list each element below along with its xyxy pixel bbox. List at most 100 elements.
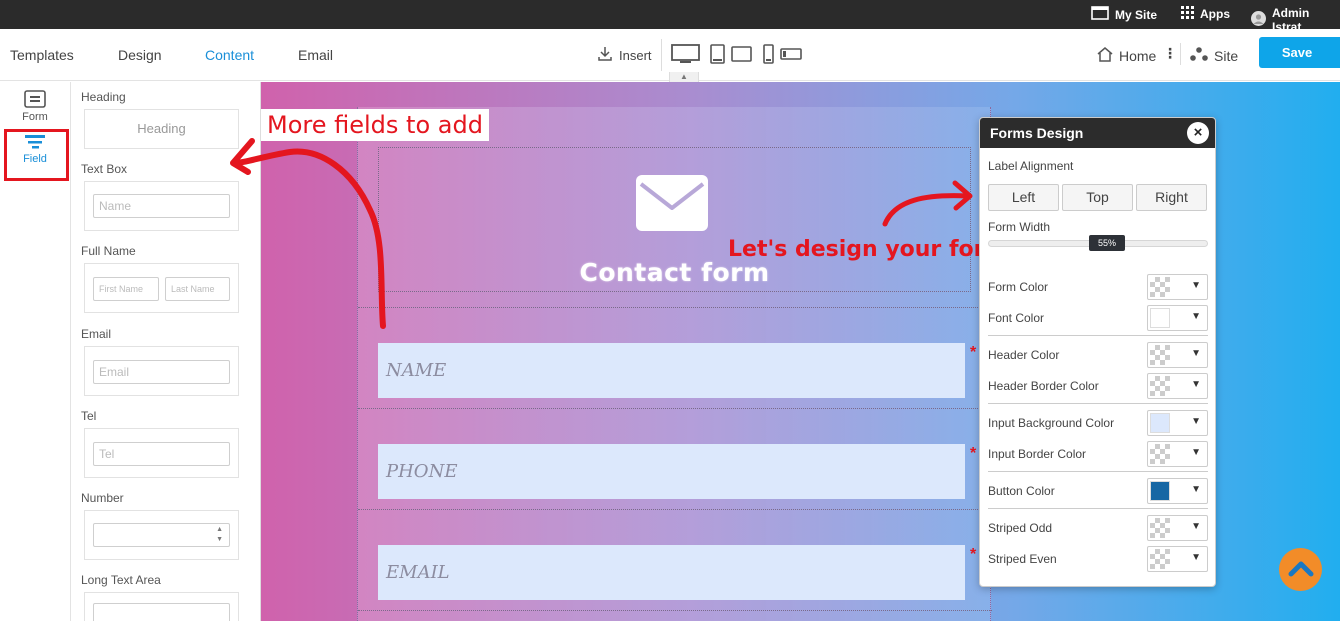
home-link[interactable]: Home [1097, 47, 1156, 65]
divider [988, 508, 1208, 509]
color-swatch [1150, 277, 1170, 297]
scroll-to-top-button[interactable] [1279, 548, 1322, 591]
site-structure-icon [1190, 47, 1208, 64]
number-field-tile[interactable]: ▲ ▼ [84, 510, 239, 560]
caret-down-icon: ▼ [1191, 447, 1201, 458]
apps-grid-icon [1181, 6, 1194, 22]
form-width-handle[interactable]: 55% [1089, 235, 1125, 251]
color-swatch [1150, 518, 1170, 538]
insert-label: Insert [619, 48, 652, 63]
textbox-field-label: Text Box [81, 162, 128, 176]
color-swatch [1150, 444, 1170, 464]
number-field-label: Number [81, 491, 124, 505]
tab-content[interactable]: Content [205, 47, 254, 63]
heading-field-tile[interactable]: Heading [84, 109, 239, 149]
label-alignment-label: Label Alignment [988, 159, 1074, 173]
color-swatch [1150, 308, 1170, 328]
form-icon [0, 90, 70, 111]
email-input[interactable]: EMAIL [378, 545, 965, 600]
field-highlight-box [4, 129, 69, 181]
caret-down-icon: ▼ [1191, 348, 1201, 359]
row-divider [358, 307, 992, 308]
color-option-label: Form Color [988, 280, 1049, 294]
more-options-icon[interactable]: ⋮ [1163, 45, 1177, 62]
longtext-field-label: Long Text Area [81, 573, 161, 587]
caret-down-icon: ▼ [1191, 416, 1201, 427]
caret-down-icon: ▼ [1191, 280, 1201, 291]
align-right-button[interactable]: Right [1136, 184, 1207, 211]
last-name-preview: Last Name [165, 277, 230, 301]
color-picker[interactable]: ▼ [1147, 305, 1208, 331]
tab-design[interactable]: Design [118, 47, 162, 63]
rail-item-form[interactable]: Form [0, 90, 70, 123]
first-name-preview: First Name [93, 277, 159, 301]
tab-templates[interactable]: Templates [10, 47, 74, 63]
divider [988, 335, 1208, 336]
phone-input[interactable]: PHONE [378, 444, 965, 499]
apps-link[interactable]: Apps [1181, 6, 1230, 22]
color-swatch [1150, 413, 1170, 433]
color-option-label: Header Color [988, 348, 1060, 362]
row-divider [358, 610, 992, 611]
home-icon [1097, 47, 1113, 65]
site-link[interactable]: Site [1190, 47, 1238, 64]
color-picker[interactable]: ▼ [1147, 274, 1208, 300]
row-divider [358, 408, 992, 409]
color-picker[interactable]: ▼ [1147, 373, 1208, 399]
save-button[interactable]: Save [1259, 37, 1340, 68]
top-bar: My Site Apps Admin Istrat [0, 0, 1340, 34]
color-swatch [1150, 376, 1170, 396]
color-option-label: Striped Even [988, 552, 1057, 566]
fullname-field-label: Full Name [81, 244, 136, 258]
chevron-up-icon [1288, 558, 1314, 581]
heading-field-label: Heading [81, 90, 126, 104]
tablet-view-icon[interactable] [710, 44, 752, 67]
spinner-icon: ▲ ▼ [216, 526, 223, 543]
tel-field-label: Tel [81, 409, 97, 423]
forms-design-title: Forms Design [990, 125, 1084, 141]
forms-design-header: Forms Design × [980, 118, 1215, 148]
left-rail: Form Field [0, 82, 71, 621]
divider [1180, 43, 1181, 65]
color-picker[interactable]: ▼ [1147, 478, 1208, 504]
main-toolbar: Templates Design Content Email Insert ▲ … [0, 29, 1340, 84]
annotation-design-form: Let's design your form [728, 237, 1008, 262]
tel-field-tile[interactable]: Tel [84, 428, 239, 478]
forms-design-panel: Forms Design × Label Alignment Left Top … [979, 117, 1216, 587]
color-option-label: Input Background Color [988, 416, 1115, 430]
longtext-field-tile[interactable] [84, 592, 239, 621]
email-field-tile[interactable]: Email [84, 346, 239, 396]
download-icon [597, 46, 613, 65]
color-option-label: Input Border Color [988, 447, 1087, 461]
annotation-more-fields: More fields to add [261, 109, 489, 141]
color-option-label: Header Border Color [988, 379, 1099, 393]
align-top-button[interactable]: Top [1062, 184, 1133, 211]
rail-form-label: Form [22, 111, 48, 123]
home-label: Home [1119, 48, 1157, 64]
color-swatch [1150, 549, 1170, 569]
color-picker[interactable]: ▼ [1147, 515, 1208, 541]
form-header[interactable]: Contact form [378, 147, 971, 292]
mobile-view-icon[interactable] [762, 44, 804, 67]
color-picker[interactable]: ▼ [1147, 410, 1208, 436]
color-picker[interactable]: ▼ [1147, 546, 1208, 572]
insert-button[interactable]: Insert [597, 46, 652, 65]
contact-form[interactable]: Contact form NAME * PHONE * EMAIL * [357, 107, 992, 621]
row-divider [358, 509, 992, 510]
color-picker[interactable]: ▼ [1147, 342, 1208, 368]
color-swatch [1150, 345, 1170, 365]
name-input[interactable]: NAME [378, 343, 965, 398]
fullname-field-tile[interactable]: First Name Last Name [84, 263, 239, 313]
desktop-view-icon[interactable] [671, 44, 700, 67]
color-picker[interactable]: ▼ [1147, 441, 1208, 467]
color-option-label: Font Color [988, 311, 1045, 325]
my-site-link[interactable]: My Site [1091, 6, 1157, 23]
align-left-button[interactable]: Left [988, 184, 1059, 211]
close-icon[interactable]: × [1187, 122, 1209, 144]
caret-down-icon: ▼ [1191, 552, 1201, 563]
chevron-up-icon: ▲ [680, 72, 688, 81]
monitor-icon [1091, 6, 1109, 23]
tab-email[interactable]: Email [298, 47, 333, 63]
textbox-field-tile[interactable]: Name [84, 181, 239, 231]
caret-down-icon: ▼ [1191, 484, 1201, 495]
